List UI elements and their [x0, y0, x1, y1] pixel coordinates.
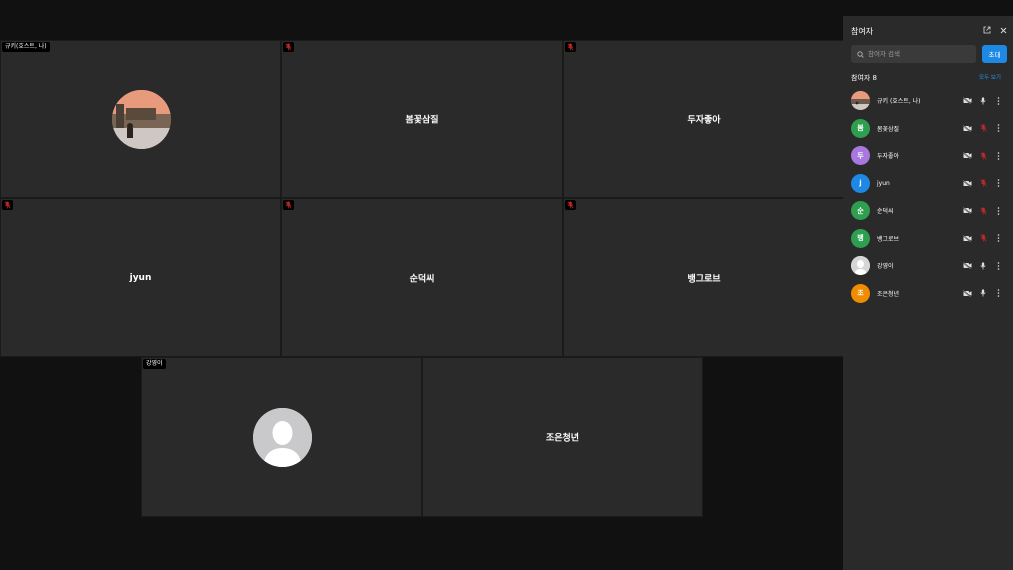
- participant-avatar: j: [851, 173, 870, 193]
- camera-off-icon[interactable]: [962, 178, 972, 188]
- participant-avatar: 순: [851, 201, 870, 221]
- participant-list: 규키 (호스트, 나) 봄 봄꽃삼질 두 두자좋아 j jyun 순 순덕씨 뱅 뱅그로브 …: [843, 87, 1013, 307]
- participant-count: 참여자 8: [851, 74, 877, 82]
- participant-name: 봄꽃삼질: [405, 115, 439, 126]
- participant-name: 조은청년: [877, 290, 900, 298]
- participant-name: 조은청년: [545, 433, 580, 444]
- participant-row[interactable]: 규키 (호스트, 나): [843, 87, 1013, 115]
- participant-avatar: 봄: [851, 118, 870, 138]
- host-avatar: [111, 90, 171, 149]
- participant-name: 순덕씨: [409, 274, 435, 284]
- profile-photo-icon: [111, 90, 171, 149]
- camera-off-icon[interactable]: [962, 288, 972, 298]
- participant-avatar: [851, 256, 870, 276]
- more-vertical-icon[interactable]: [994, 261, 1002, 271]
- video-stage: 규키(호스트, 나) 봄꽃삼질 두자좋아 jyun 순덕씨 뱅그로브 강영이 조…: [0, 0, 845, 570]
- avatar-initial: 조: [857, 289, 864, 298]
- camera-off-icon[interactable]: [962, 123, 972, 133]
- more-vertical-icon[interactable]: [994, 178, 1002, 188]
- video-tile-host[interactable]: 규키(호스트, 나): [0, 40, 281, 198]
- camera-off-icon[interactable]: [962, 261, 972, 271]
- tile-name-label: 규키(호스트, 나): [2, 42, 50, 52]
- more-vertical-icon[interactable]: [994, 96, 1002, 106]
- more-vertical-icon[interactable]: [994, 151, 1002, 161]
- participant-avatar: 조: [851, 283, 870, 303]
- video-tile[interactable]: 두자좋아: [563, 40, 845, 198]
- video-tile[interactable]: 조은청년: [422, 357, 703, 517]
- mic-muted-badge: [565, 200, 576, 210]
- avatar-initial: 뱅: [857, 234, 864, 243]
- participant-row[interactable]: j jyun: [843, 170, 1013, 198]
- participant-avatar: 뱅: [851, 228, 870, 248]
- view-all-link[interactable]: 모두 보기: [979, 73, 1001, 81]
- search-icon: [857, 50, 864, 58]
- avatar-initial: 봄: [857, 124, 864, 133]
- mic-muted-icon[interactable]: [978, 178, 988, 188]
- default-avatar: [252, 408, 312, 467]
- video-tile[interactable]: 뱅그로브: [563, 198, 845, 357]
- mic-muted-icon[interactable]: [978, 123, 988, 133]
- camera-off-icon[interactable]: [962, 206, 972, 216]
- mic-muted-badge: [283, 200, 294, 210]
- mic-muted-icon[interactable]: [978, 233, 988, 243]
- video-tile[interactable]: jyun: [0, 198, 281, 357]
- mic-muted-badge: [565, 42, 576, 52]
- participant-search[interactable]: [851, 45, 976, 63]
- more-vertical-icon[interactable]: [994, 233, 1002, 243]
- panel-title: 참여자: [851, 27, 874, 36]
- participant-name: 강영이: [877, 263, 894, 271]
- participant-row[interactable]: 순 순덕씨: [843, 197, 1013, 225]
- panel-header-actions: [982, 25, 1008, 35]
- more-vertical-icon[interactable]: [994, 288, 1002, 298]
- participant-row[interactable]: 봄 봄꽃삼질: [843, 115, 1013, 143]
- mic-muted-icon[interactable]: [978, 206, 988, 216]
- close-icon[interactable]: [998, 25, 1008, 35]
- participant-name: 두자좋아: [687, 115, 721, 126]
- participant-name: 봄꽃삼질: [877, 125, 900, 133]
- video-tile[interactable]: 순덕씨: [281, 198, 563, 357]
- camera-off-icon[interactable]: [962, 151, 972, 161]
- avatar-initial: j: [859, 179, 862, 188]
- participant-avatar: [851, 91, 870, 111]
- participant-name: 뱅그로브: [877, 235, 900, 243]
- avatar-initial: 순: [857, 206, 864, 215]
- user-silhouette-icon: [252, 408, 312, 467]
- video-tile[interactable]: 봄꽃삼질: [281, 40, 563, 198]
- more-vertical-icon[interactable]: [994, 206, 1002, 216]
- participant-row[interactable]: 뱅 뱅그로브: [843, 225, 1013, 253]
- participant-name: jyun: [129, 272, 152, 283]
- mic-muted-badge: [283, 42, 294, 52]
- participant-name: 규키 (호스트, 나): [877, 98, 921, 106]
- participants-panel: 참여자 초대 참여자 8 모두 보기 규키 (호스트, 나) 봄 봄꽃삼질 두 두자좋…: [843, 16, 1013, 570]
- participant-row[interactable]: 두 두자좋아: [843, 142, 1013, 170]
- more-vertical-icon[interactable]: [994, 123, 1002, 133]
- camera-off-icon[interactable]: [962, 96, 972, 106]
- participant-name: 순덕씨: [877, 208, 894, 216]
- participant-name: 두자좋아: [877, 153, 900, 161]
- mic-icon[interactable]: [978, 288, 988, 298]
- mic-muted-icon[interactable]: [978, 151, 988, 161]
- avatar-initial: 두: [857, 151, 864, 160]
- participant-avatar: 두: [851, 146, 870, 166]
- tile-name-label: 강영이: [143, 359, 166, 369]
- mic-muted-badge: [2, 200, 13, 210]
- participant-row[interactable]: 강영이: [843, 252, 1013, 280]
- camera-off-icon[interactable]: [962, 233, 972, 243]
- participant-name: jyun: [877, 179, 890, 187]
- mic-icon[interactable]: [978, 96, 988, 106]
- invite-button[interactable]: 초대: [982, 45, 1007, 63]
- participant-name: 뱅그로브: [687, 274, 721, 284]
- external-link-icon[interactable]: [982, 25, 992, 35]
- video-tile[interactable]: 강영이: [141, 357, 422, 517]
- mic-icon[interactable]: [978, 261, 988, 271]
- search-input[interactable]: [868, 50, 968, 58]
- participant-row[interactable]: 조 조은청년: [843, 280, 1013, 308]
